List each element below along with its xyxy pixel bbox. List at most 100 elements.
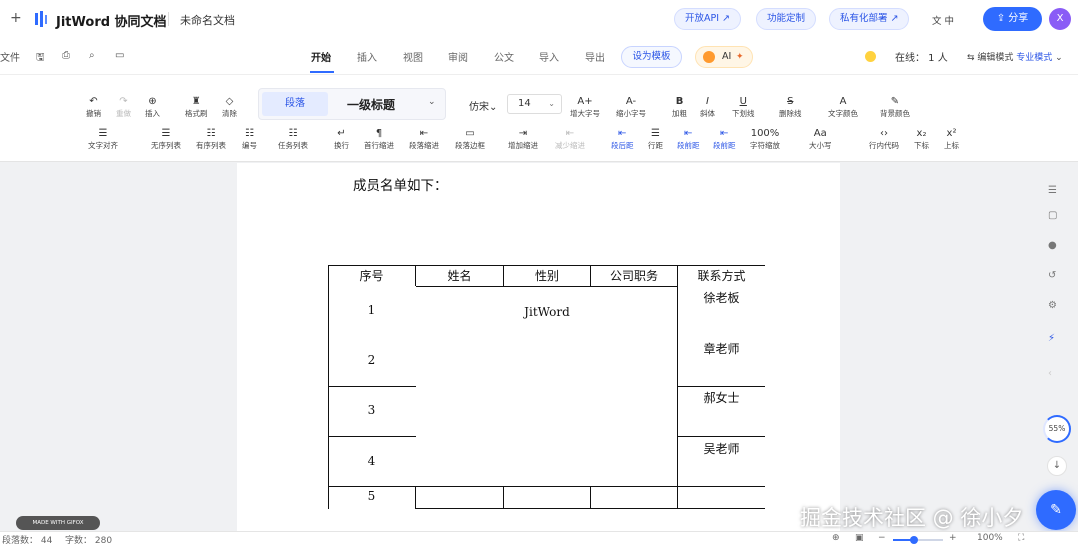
- outline-icon[interactable]: ☰: [1048, 185, 1057, 196]
- align-button[interactable]: ☰ 文字对齐: [88, 127, 118, 151]
- zoom-in-icon[interactable]: +: [949, 533, 957, 543]
- table-cell-index[interactable]: 4: [328, 454, 415, 468]
- space-after-button[interactable]: ⇤ 段后距: [611, 127, 634, 151]
- redo-button[interactable]: ↷ 重做: [116, 95, 131, 119]
- para-indent-button[interactable]: ⇤ 段落缩进: [409, 127, 439, 151]
- char-scale-button[interactable]: 100% 字符缩放: [750, 127, 780, 151]
- table-cell-index[interactable]: 5: [328, 489, 415, 503]
- ordered-list-button[interactable]: ☷ 有序列表: [196, 127, 226, 151]
- zoom-slider-handle[interactable]: [910, 536, 918, 544]
- table-cell-index[interactable]: 2: [328, 353, 415, 367]
- table-header-index[interactable]: 序号: [328, 267, 415, 284]
- clear-format-button[interactable]: ◇ 清除: [222, 95, 237, 119]
- table-header-name[interactable]: 姓名: [416, 267, 503, 284]
- inline-code-button[interactable]: ‹› 行内代码: [869, 127, 899, 151]
- undo-button[interactable]: ↶ 撤销: [86, 95, 101, 119]
- strike-button[interactable]: S 删除线: [779, 95, 802, 119]
- para-border-button[interactable]: ▭ 段落边框: [455, 127, 485, 151]
- collapse-icon[interactable]: ‹: [1048, 368, 1052, 379]
- custom-feature-button[interactable]: 功能定制: [756, 8, 817, 30]
- line-height-button[interactable]: ☰ 行距: [648, 127, 663, 151]
- layout-icon[interactable]: ▣: [855, 533, 864, 543]
- print-icon[interactable]: ⎙: [62, 50, 70, 61]
- edit-mode-selector[interactable]: ⇆ 编辑模式 专业模式 ⌄: [967, 50, 1063, 63]
- tab-official[interactable]: 公文: [494, 49, 514, 64]
- history-icon[interactable]: ↺: [1048, 270, 1056, 281]
- font-case-button[interactable]: Aa 大小写: [809, 127, 832, 151]
- underline-button[interactable]: U 下划线: [732, 95, 755, 119]
- share-button[interactable]: ⇪ 分享: [983, 7, 1042, 31]
- merged-cell-text[interactable]: JitWord: [504, 305, 590, 319]
- assistant-fab-icon[interactable]: ✎: [1036, 490, 1076, 530]
- language-toggle[interactable]: 文 中: [932, 13, 954, 27]
- table-cell-index[interactable]: 1: [328, 303, 415, 317]
- font-family-select[interactable]: 仿宋⌄: [469, 98, 497, 113]
- add-indent-button[interactable]: ⇥ 增加缩进: [508, 127, 538, 151]
- italic-button[interactable]: I 斜体: [700, 95, 715, 119]
- private-deploy-button[interactable]: 私有化部署 ↗: [829, 8, 910, 30]
- globe-icon[interactable]: ⊕: [832, 533, 840, 543]
- grow-font-button[interactable]: A+ 增大字号: [570, 95, 600, 119]
- superscript-button[interactable]: x² 上标: [944, 127, 959, 151]
- avatar[interactable]: X: [1049, 8, 1071, 30]
- heading-level[interactable]: 一级标题: [347, 96, 395, 113]
- table-header-contact[interactable]: 联系方式: [678, 267, 765, 284]
- line-break-button[interactable]: ↵ 换行: [334, 127, 349, 151]
- numbering-button[interactable]: ☷ 编号: [242, 127, 257, 151]
- subscript-button[interactable]: x₂ 下标: [914, 127, 929, 151]
- table-cell-contact[interactable]: 章老师: [678, 340, 765, 357]
- first-indent-button[interactable]: ¶ 首行缩进: [364, 127, 394, 151]
- record-icon[interactable]: ●: [1048, 240, 1057, 251]
- comment-icon[interactable]: ▢: [1048, 210, 1057, 221]
- set-template-button[interactable]: 设为模板: [621, 46, 682, 68]
- reduce-indent-button[interactable]: ⇤ 减少缩进: [555, 127, 585, 151]
- tab-view[interactable]: 视图: [403, 49, 423, 64]
- tab-review[interactable]: 审阅: [448, 49, 468, 64]
- theme-icon[interactable]: [865, 51, 876, 62]
- bg-color-button[interactable]: ✎ 背景颜色: [880, 95, 910, 119]
- save-icon[interactable]: 🖫: [36, 50, 45, 67]
- style-tag[interactable]: 段落: [262, 92, 328, 116]
- intro-paragraph[interactable]: 成员名单如下：: [353, 174, 448, 194]
- preview-icon[interactable]: ▭: [115, 50, 124, 61]
- task-list-icon: ☷: [288, 128, 298, 139]
- font-size-select[interactable]: 14 ⌄: [507, 94, 562, 114]
- bullet-list-button[interactable]: ☰ 无序列表: [151, 127, 181, 151]
- space-before-button[interactable]: ⇤ 段前距: [677, 127, 700, 151]
- scroll-down-button[interactable]: ↓: [1047, 456, 1067, 476]
- table-header-gender[interactable]: 性别: [504, 267, 590, 284]
- new-tab-button[interactable]: +: [10, 10, 22, 26]
- chevron-down-icon[interactable]: ⌄: [428, 97, 436, 107]
- search-icon[interactable]: ⌕: [89, 50, 95, 61]
- table-border: [328, 386, 416, 387]
- text-color-button[interactable]: A 文字颜色: [828, 95, 858, 119]
- reduce-indent-label: 减少缩进: [555, 141, 585, 150]
- format-brush-button[interactable]: ♜ 格式刷: [185, 95, 208, 119]
- shrink-font-button[interactable]: A- 缩小字号: [616, 95, 646, 119]
- table-cell-contact[interactable]: 徐老板: [678, 289, 765, 306]
- tab-export[interactable]: 导出: [585, 49, 605, 64]
- tab-insert[interactable]: 插入: [357, 49, 377, 64]
- table-cell-contact[interactable]: 吴老师: [678, 440, 765, 457]
- file-menu[interactable]: 文件: [0, 49, 20, 64]
- clear-label: 清除: [222, 109, 237, 118]
- magic-wand-icon[interactable]: ⚡: [1048, 333, 1055, 344]
- settings-icon[interactable]: ⚙: [1048, 300, 1057, 311]
- document-name[interactable]: 未命名文档: [180, 12, 235, 28]
- bold-button[interactable]: B 加粗: [672, 95, 687, 119]
- table-cell-contact[interactable]: 郝女士: [678, 389, 765, 406]
- tab-import[interactable]: 导入: [539, 49, 559, 64]
- space-before-alt-button[interactable]: ⇤ 段前距: [713, 127, 736, 151]
- tab-start[interactable]: 开始: [311, 49, 331, 64]
- zoom-out-icon[interactable]: −: [878, 533, 886, 543]
- insert-button[interactable]: ⊕ 插入: [145, 95, 160, 119]
- table-header-position[interactable]: 公司职务: [591, 267, 677, 284]
- fullscreen-icon[interactable]: ⛶: [1018, 533, 1024, 543]
- table-cell-index[interactable]: 3: [328, 403, 415, 417]
- open-api-button[interactable]: 开放API ↗: [674, 8, 742, 30]
- ai-button[interactable]: AI ✦: [695, 46, 753, 68]
- progress-indicator[interactable]: 55%: [1043, 415, 1071, 443]
- member-table[interactable]: 序号 姓名 性别 公司职务 联系方式 1 2 3 4 5 JitWord 徐老板…: [328, 265, 765, 509]
- brush-icon: ♜: [191, 96, 201, 107]
- task-list-button[interactable]: ☷ 任务列表: [278, 127, 308, 151]
